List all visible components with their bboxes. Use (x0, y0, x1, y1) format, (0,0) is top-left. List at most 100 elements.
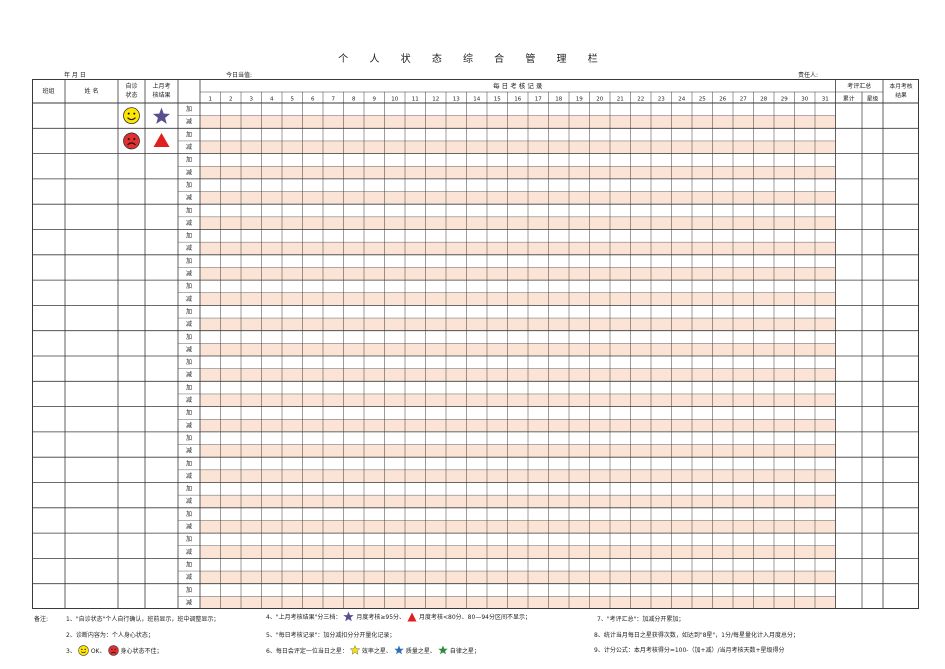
minus-label: 减 (186, 320, 192, 328)
triangle-icon (407, 612, 417, 621)
minus-label: 减 (186, 194, 192, 202)
plus-label: 加 (186, 358, 192, 366)
shaded-row (200, 140, 836, 154)
minus-label: 减 (186, 345, 192, 353)
day-number: 4 (270, 97, 274, 103)
day-number: 29 (781, 97, 788, 103)
plus-label: 加 (186, 459, 192, 467)
minus-label: 减 (186, 497, 192, 505)
notes-label: 备注: (34, 616, 49, 623)
plus-label: 加 (186, 409, 192, 417)
note-2: 2、诊断内容为：个人身心状态； (66, 632, 154, 639)
star-icon (343, 611, 355, 622)
note-9: 9、计分公式：本月考核得分=100-（加+减）/当月考核天数+星级得分 (594, 647, 785, 654)
column-header-this-month: 本月考核 (889, 82, 912, 90)
shaded-row (200, 318, 836, 331)
shaded-row (200, 520, 836, 534)
shaded-row (200, 495, 836, 508)
minus-label: 减 (186, 396, 192, 404)
smiley-eye (127, 112, 130, 115)
minus-label: 减 (186, 143, 192, 151)
day-number: 12 (432, 97, 439, 103)
day-number: 20 (596, 97, 603, 103)
shaded-row (200, 571, 836, 584)
note-8: 8、统计当月每日之星获得次数，如达到"8星"，1分/每星量化计入月度总分； (594, 632, 799, 639)
notes-section: 备注: 1、"自诊状态"个人自行确认，班前显示，班中调整显示； 4、"上月考核结… (32, 610, 919, 666)
day-number: 23 (658, 97, 665, 103)
today-duty-label: 今日当值: (226, 72, 253, 79)
blue-star-icon (394, 645, 404, 655)
shaded-row (200, 469, 836, 483)
note-3: 3、 OK、 身心状态不佳； (66, 645, 163, 656)
column-header-self-check: 自诊 (125, 82, 137, 90)
smiley-eye (133, 112, 136, 115)
minus-label: 减 (186, 472, 192, 480)
day-number: 5 (291, 97, 295, 103)
plus-label: 加 (186, 560, 192, 568)
minus-label: 减 (186, 371, 192, 379)
plus-label: 加 (186, 105, 192, 113)
day-number: 3 (250, 97, 254, 103)
note-6-quality: 质量之星、 (405, 647, 436, 655)
day-number: 30 (801, 97, 808, 103)
column-header-total: 累计 (843, 95, 855, 103)
column-header-this-month: 结果 (895, 91, 907, 99)
shaded-row (200, 343, 836, 356)
day-number: 16 (514, 97, 521, 103)
day-number: 27 (740, 97, 747, 103)
plus-label: 加 (186, 181, 192, 189)
minus-label: 减 (186, 598, 192, 606)
shaded-row (200, 596, 836, 609)
note-4-high-text: 月度考核≥95分、 (356, 614, 406, 621)
minus-label: 减 (186, 447, 192, 455)
smiley-face-icon (78, 645, 89, 656)
day-number: 9 (373, 97, 377, 103)
sad-eye (133, 137, 136, 140)
day-number: 6 (311, 97, 315, 103)
note-3-prefix: 3、 (66, 648, 76, 655)
note-3-ok-text: OK、 (90, 648, 106, 655)
status-table: 加减加减加减加减加减加减加减加减加减加减加减加减加减加减加减加减加减加减加减加减… (32, 79, 919, 609)
plus-label: 加 (186, 510, 192, 518)
day-number: 26 (719, 97, 726, 103)
note-6-text: 6、每日会评定一位当日之星： (266, 647, 348, 655)
plus-label: 加 (186, 282, 192, 290)
day-number: 21 (617, 97, 624, 103)
plus-label: 加 (186, 485, 192, 493)
day-number: 2 (229, 97, 233, 103)
plus-label: 加 (186, 535, 192, 543)
column-header-name: 姓 名 (85, 87, 99, 95)
minus-label: 减 (186, 168, 192, 176)
plus-label: 加 (186, 156, 192, 164)
minus-label: 减 (186, 523, 192, 531)
star-icon (152, 107, 171, 124)
column-header-class: 班组 (42, 87, 54, 95)
shaded-row (200, 267, 836, 281)
day-number: 24 (678, 97, 685, 103)
responsible-person-label: 责任人: (798, 72, 819, 79)
minus-label: 减 (186, 573, 192, 581)
shaded-row (200, 545, 836, 559)
column-header-eval-summary: 考评汇总 (847, 82, 871, 90)
plus-label: 加 (186, 434, 192, 442)
triangle-icon (153, 132, 170, 147)
minus-label: 减 (186, 244, 192, 252)
shaded-row (200, 166, 836, 179)
page-title: 个 人 状 态 综 合 管 理 栏 (338, 54, 607, 65)
note-6: 6、每日会评定一位当日之星： 效率之星、 质量之星、 自律之星； (266, 645, 480, 655)
shaded-row (200, 444, 836, 458)
note-1: 1、"自诊状态"个人自行确认，班前显示，班中调整显示； (66, 616, 220, 623)
day-number: 15 (494, 97, 501, 103)
shaded-row (200, 115, 836, 129)
day-number: 28 (760, 97, 767, 103)
plus-label: 加 (186, 383, 192, 391)
plus-label: 加 (186, 257, 192, 265)
day-number: 17 (535, 97, 542, 103)
note-5: 5、"每日考核记录"：加分减扣分分开量化记录； (266, 632, 396, 639)
column-header-daily-record: 每 日 考 核 记 录 (493, 81, 543, 90)
day-number: 14 (473, 97, 480, 103)
day-number: 7 (332, 97, 336, 103)
day-number: 10 (391, 97, 398, 103)
note-4-low-text: 月度考核<80分、80—94分区间不显示； (419, 614, 531, 621)
column-header-stars: 星级 (867, 95, 879, 103)
